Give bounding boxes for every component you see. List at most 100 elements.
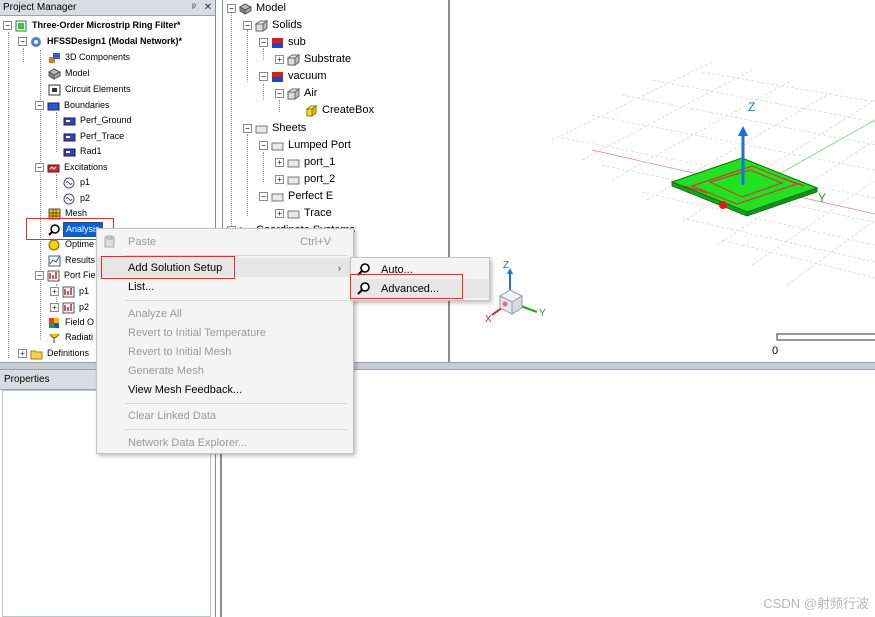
submenu-advanced[interactable]: Advanced... — [351, 279, 489, 298]
optimetrics-icon — [48, 239, 61, 251]
close-icon[interactable]: ✕ — [201, 2, 215, 13]
menu-paste[interactable]: Paste Ctrl+V — [97, 232, 353, 251]
tree-port-field-p1[interactable]: + p1 — [50, 284, 91, 299]
collapse-icon[interactable]: − — [3, 21, 12, 30]
expand-icon[interactable]: + — [275, 209, 284, 218]
menu-revert-temperature-label: Revert to Initial Temperature — [128, 326, 266, 339]
menu-add-solution-setup-label: Add Solution Setup — [128, 261, 223, 274]
tree-field-overlays[interactable]: Field O — [48, 315, 96, 330]
menu-revert-temperature[interactable]: Revert to Initial Temperature — [97, 323, 353, 342]
tree-perf-trace[interactable]: Perf_Trace — [63, 129, 126, 144]
model-tree-air[interactable]: − Air — [275, 86, 319, 101]
tree-3d-components[interactable]: 3D Components — [48, 50, 132, 65]
tree-analysis[interactable]: Analysis — [48, 222, 103, 237]
createbox-icon — [305, 104, 318, 117]
analysis-icon — [48, 223, 61, 236]
menu-separator — [125, 255, 347, 256]
menu-separator — [125, 403, 347, 404]
menu-paste-label: Paste — [128, 235, 157, 248]
collapse-icon[interactable]: − — [275, 89, 284, 98]
menu-network-data-explorer[interactable]: Network Data Explorer... — [97, 433, 353, 452]
menu-list[interactable]: List... — [97, 277, 353, 296]
menu-revert-mesh[interactable]: Revert to Initial Mesh — [97, 342, 353, 361]
tree-project[interactable]: − Three-Order Microstrip Ring Filter* — [3, 18, 183, 33]
orientation-triad[interactable]: Z Y X — [485, 260, 546, 325]
boundaries-label: Boundaries — [64, 100, 110, 110]
tree-excitations[interactable]: − Excitations — [35, 160, 110, 175]
collapse-icon[interactable]: − — [35, 163, 44, 172]
sheets-icon — [255, 123, 268, 135]
model-tree-lumped-port[interactable]: − Lumped Port — [259, 138, 353, 153]
model-tree-trace[interactable]: + Trace — [275, 206, 334, 221]
submenu-auto[interactable]: Auto... — [351, 260, 489, 279]
tree-design[interactable]: − HFSSDesign1 (Modal Network)* — [18, 34, 184, 49]
tree-model[interactable]: Model — [48, 66, 92, 81]
solids-icon — [254, 19, 269, 32]
tree-perf-ground[interactable]: Perf_Ground — [63, 113, 134, 128]
collapse-icon[interactable]: − — [35, 101, 44, 110]
sheets-icon — [271, 140, 284, 152]
model-tree-sheets[interactable]: − Sheets — [243, 121, 308, 136]
lumped-port-label: Lumped Port — [288, 139, 351, 151]
menu-separator — [125, 429, 347, 430]
menu-analyze-all[interactable]: Analyze All — [97, 304, 353, 323]
menu-add-solution-setup[interactable]: Add Solution Setup › — [97, 258, 353, 277]
tree-optimetrics[interactable]: Optime — [48, 237, 96, 252]
hfss-window: Project Manager ᵖ ✕ − Three-Order Micros… — [0, 0, 875, 617]
definitions-label: Definitions — [47, 348, 90, 358]
analysis-icon — [357, 282, 371, 295]
port-field-icon — [62, 302, 75, 314]
model-tree-root[interactable]: − Model — [227, 1, 288, 16]
tree-boundaries[interactable]: − Boundaries — [35, 98, 112, 113]
expand-icon[interactable]: + — [275, 55, 284, 64]
rad1-label: Rad1 — [80, 146, 102, 156]
collapse-icon[interactable]: − — [243, 21, 252, 30]
model-tree-port-2[interactable]: + port_2 — [275, 172, 337, 187]
tree-port-p2[interactable]: p2 — [63, 191, 92, 206]
collapse-icon[interactable]: − — [227, 4, 236, 13]
pin-icon[interactable]: ᵖ — [187, 2, 201, 13]
solution-setup-submenu: Auto... Advanced... — [350, 257, 490, 301]
collapse-icon[interactable]: − — [18, 37, 27, 46]
substrate-label: Substrate — [304, 53, 352, 65]
collapse-icon[interactable]: − — [259, 192, 268, 201]
tree-rad1[interactable]: Rad1 — [63, 144, 104, 159]
field-overlays-icon — [48, 317, 61, 329]
tree-definitions[interactable]: + Definitions — [18, 346, 91, 361]
model-tree-substrate[interactable]: + Substrate — [275, 52, 353, 67]
collapse-icon[interactable]: − — [259, 141, 268, 150]
menu-generate-mesh[interactable]: Generate Mesh — [97, 361, 353, 380]
model-tree-port-1[interactable]: + port_1 — [275, 155, 337, 170]
menu-network-data-explorer-label: Network Data Explorer... — [128, 436, 248, 449]
menu-separator — [125, 300, 347, 301]
collapse-icon[interactable]: − — [35, 271, 44, 280]
model-tree-solids[interactable]: − Solids — [243, 18, 304, 33]
tree-port-field-display[interactable]: − Port Fie — [35, 268, 98, 283]
tree-radiation[interactable]: Radiati — [48, 330, 95, 345]
expand-icon[interactable]: + — [50, 287, 59, 296]
tree-circuit-elements[interactable]: Circuit Elements — [48, 82, 133, 97]
model-label: Model — [256, 2, 286, 14]
collapse-icon[interactable]: − — [259, 72, 268, 81]
expand-icon[interactable]: + — [275, 175, 284, 184]
model-tree-createbox[interactable]: CreateBox — [305, 103, 376, 118]
expand-icon[interactable]: + — [275, 158, 284, 167]
tree-mesh[interactable]: Mesh — [48, 206, 89, 221]
analysis-icon — [357, 263, 371, 276]
tree-port-p1[interactable]: p1 — [63, 175, 92, 190]
model-tree-perfect-e[interactable]: − Perfect E — [259, 189, 335, 204]
model-tree-vacuum[interactable]: − vacuum — [259, 69, 329, 84]
expand-icon[interactable]: + — [18, 349, 27, 358]
vacuum-label: vacuum — [288, 70, 327, 82]
menu-view-mesh-feedback[interactable]: View Mesh Feedback... — [97, 380, 353, 399]
scale-bar — [776, 333, 875, 341]
paste-icon — [103, 235, 117, 248]
collapse-icon[interactable]: − — [243, 124, 252, 133]
expand-icon[interactable]: + — [50, 303, 59, 312]
tree-port-field-p2[interactable]: + p2 — [50, 300, 91, 315]
menu-clear-linked-data[interactable]: Clear Linked Data — [97, 406, 353, 425]
tree-results[interactable]: Results — [48, 253, 97, 268]
collapse-icon[interactable]: − — [259, 38, 268, 47]
3d-viewport[interactable]: Z Y Z Y X 0 — [452, 0, 875, 362]
model-tree-sub[interactable]: − sub — [259, 35, 308, 50]
